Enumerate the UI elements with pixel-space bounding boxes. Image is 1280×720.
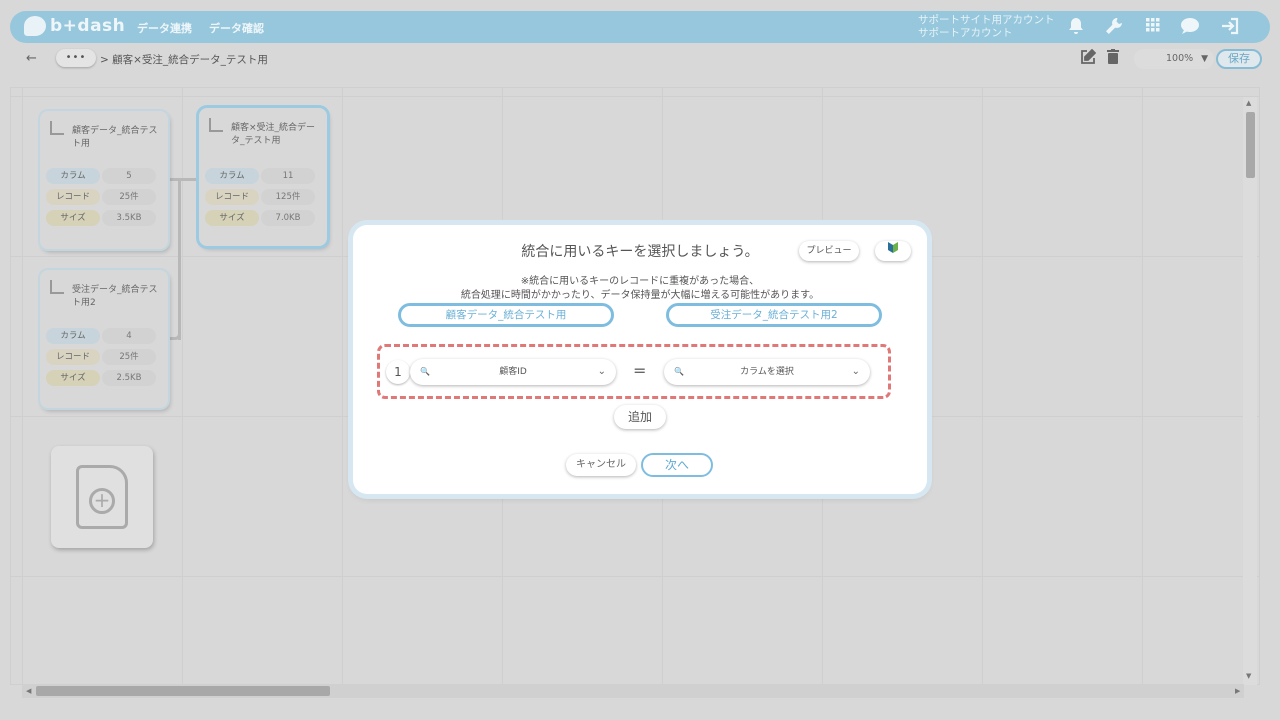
nav-data-integration[interactable]: データ連携 (137, 20, 192, 36)
stat-value-columns: 5 (102, 168, 156, 184)
scroll-down-icon[interactable]: ▼ (1246, 672, 1251, 680)
search-icon: 🔍 (420, 367, 430, 376)
chat-icon[interactable] (1180, 17, 1200, 37)
equals-sign: = (633, 361, 647, 380)
trash-icon[interactable] (1103, 49, 1123, 69)
left-table-tag: 顧客データ_統合テスト用 (398, 303, 614, 327)
left-key-select[interactable]: 🔍 顧客ID ⌄ (410, 359, 616, 385)
data-card-customer[interactable]: 顧客データ_統合テスト用 カラム 5 レコード 25件 サイズ 3.5KB (40, 111, 168, 249)
add-data-button[interactable]: + (51, 446, 153, 548)
cancel-button[interactable]: キャンセル (566, 454, 636, 476)
chevron-down-icon: ⌄ (597, 366, 606, 377)
stat-value-records: 25件 (102, 189, 156, 205)
edit-icon[interactable] (1078, 48, 1098, 69)
notice-line-2: 統合処理に時間がかかったり、データ保持量が大幅に増える可能性があります。 (460, 290, 820, 301)
stat-label-size: サイズ (205, 210, 259, 226)
back-arrow-icon[interactable]: ← (26, 51, 37, 66)
logo[interactable]: b+dash (24, 16, 125, 36)
stat-value-columns: 4 (102, 328, 156, 344)
zoom-value: 100% (1166, 53, 1194, 64)
right-key-placeholder: カラムを選択 (740, 367, 794, 377)
logo-icon (24, 16, 46, 36)
scroll-up-icon[interactable]: ▲ (1246, 99, 1251, 107)
document-icon (209, 118, 223, 132)
connector-line (178, 178, 186, 340)
notice-line-1: ※統合に用いるキーのレコードに重複があった場合、 (520, 276, 760, 287)
stat-label-records: レコード (46, 189, 100, 205)
stat-value-size: 2.5KB (102, 370, 156, 386)
search-icon: 🔍 (674, 367, 684, 376)
document-icon (50, 280, 64, 294)
stat-label-size: サイズ (46, 210, 100, 226)
card-title: 顧客×受注_統合データ_テスト用 (231, 123, 316, 146)
plus-icon: + (89, 488, 115, 514)
chevron-down-icon: ⌄ (851, 366, 860, 377)
scroll-left-icon[interactable]: ◀ (26, 687, 31, 695)
wrench-icon[interactable] (1104, 17, 1124, 37)
stat-label-records: レコード (46, 349, 100, 365)
merge-key-dialog: 統合に用いるキーを選択しましょう。 プレビュー ※統合に用いるキーのレコードに重… (353, 225, 927, 494)
more-button[interactable]: ••• (56, 49, 96, 67)
account-info[interactable]: サポートサイト用アカウント サポートアカウント (918, 14, 1055, 40)
key-pair-area: 1 🔍 顧客ID ⌄ = 🔍 カラムを選択 ⌄ (377, 344, 891, 399)
breadcrumb: > 顧客×受注_統合データ_テスト用 (100, 54, 268, 66)
data-card-orders[interactable]: 受注データ_統合テスト用2 カラム 4 レコード 25件 サイズ 2.5KB (40, 270, 168, 408)
connector-line (166, 330, 181, 340)
data-card-merged[interactable]: 顧客×受注_統合データ_テスト用 カラム 11 レコード 125件 サイズ 7.… (199, 108, 327, 246)
next-button[interactable]: 次へ (641, 453, 713, 477)
card-title: 受注データ_統合テスト用2 (72, 285, 158, 308)
account-name: サポートアカウント (918, 27, 1013, 39)
vertical-scrollbar[interactable] (1243, 97, 1257, 685)
zoom-select[interactable]: 100% ▼ (1134, 49, 1214, 69)
stat-value-size: 7.0KB (261, 210, 315, 226)
card-title: 顧客データ_統合テスト用 (72, 126, 158, 149)
add-document-icon: + (76, 465, 128, 529)
beginner-guide-icon[interactable] (875, 241, 911, 261)
bell-icon[interactable] (1066, 17, 1086, 37)
stat-label-size: サイズ (46, 370, 100, 386)
logout-icon[interactable] (1220, 17, 1240, 37)
stat-label-columns: カラム (205, 168, 259, 184)
grid-icon[interactable] (1143, 17, 1163, 37)
save-button[interactable]: 保存 (1216, 49, 1262, 69)
stat-label-columns: カラム (46, 168, 100, 184)
stat-value-records: 25件 (102, 349, 156, 365)
scroll-right-icon[interactable]: ▶ (1235, 687, 1240, 695)
chevron-down-icon: ▼ (1201, 54, 1208, 64)
stat-value-size: 3.5KB (102, 210, 156, 226)
add-key-button[interactable]: 追加 (614, 405, 666, 429)
right-key-select[interactable]: 🔍 カラムを選択 ⌄ (664, 359, 870, 385)
right-table-tag: 受注データ_統合テスト用2 (666, 303, 882, 327)
stat-value-columns: 11 (261, 168, 315, 184)
account-site: サポートサイト用アカウント (918, 14, 1055, 26)
row-number: 1 (386, 360, 410, 384)
left-key-value: 顧客ID (499, 367, 527, 377)
stat-label-records: レコード (205, 189, 259, 205)
nav-data-check[interactable]: データ確認 (209, 20, 264, 36)
preview-button[interactable]: プレビュー (799, 241, 859, 261)
stat-label-columns: カラム (46, 328, 100, 344)
stat-value-records: 125件 (261, 189, 315, 205)
header-bar: b+dash データ連携 データ確認 サポートサイト用アカウント サポートアカウ… (10, 11, 1270, 43)
document-icon (50, 121, 64, 135)
toolbar: ← ••• > 顧客×受注_統合データ_テスト用 100% ▼ 保存 (10, 47, 1270, 73)
vertical-scroll-thumb[interactable] (1246, 112, 1255, 178)
horizontal-scroll-thumb[interactable] (36, 686, 330, 696)
logo-text: b+dash (50, 16, 126, 36)
